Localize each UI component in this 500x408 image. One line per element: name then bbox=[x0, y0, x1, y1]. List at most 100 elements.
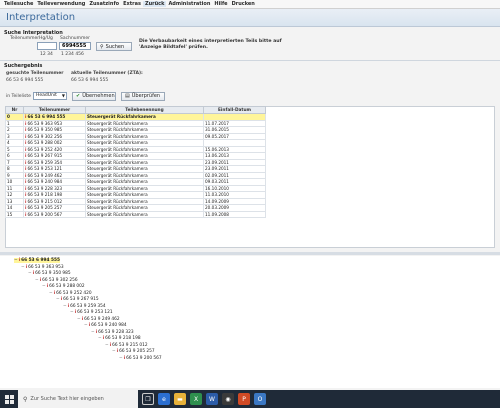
tree-expander-icon[interactable]: − bbox=[70, 310, 74, 315]
table-row[interactable]: 11 i66 53 9 228 323 Steuergerät Rückfahrka… bbox=[5, 184, 266, 192]
info-icon[interactable]: i bbox=[124, 356, 125, 361]
tree-node[interactable]: −i66 53 9 228 323 bbox=[91, 330, 134, 335]
tree-expander-icon[interactable]: − bbox=[63, 304, 67, 309]
excel-icon[interactable]: X bbox=[190, 393, 202, 405]
sachnummer-input[interactable]: 6994555 bbox=[59, 42, 91, 50]
uebernehmen-button[interactable]: ✔ Übernehmen bbox=[72, 91, 116, 101]
column-header-teilebenennung[interactable]: Teilebenennung bbox=[85, 106, 204, 114]
table-row[interactable]: 3 i66 53 9 302 256 Steuergerät Rückfahrkam… bbox=[5, 132, 266, 140]
table-row[interactable]: 9 i66 53 9 249 462 Steuergerät Rückfahrkam… bbox=[5, 171, 266, 179]
tree-node[interactable]: −i66 53 9 249 462 bbox=[77, 317, 120, 322]
hgug-input[interactable] bbox=[37, 42, 57, 50]
search-button-label: Suchen bbox=[105, 43, 125, 50]
table-row[interactable]: 8 i66 53 9 253 121 Steuergerät Rückfahrkam… bbox=[5, 165, 266, 173]
outlook-icon[interactable]: O bbox=[254, 393, 266, 405]
cell-text: 66 53 9 215 012 bbox=[27, 198, 63, 204]
table-row[interactable]: 13 i66 53 9 215 012 Steuergerät Rückfahrka… bbox=[5, 197, 266, 205]
tree-expander-icon[interactable]: − bbox=[91, 330, 95, 335]
tree-node[interactable]: −i66 53 9 288 002 bbox=[42, 284, 85, 289]
tree-expander-icon[interactable]: − bbox=[112, 349, 116, 354]
menu-teileverwendung[interactable]: Teileverwendung bbox=[35, 1, 87, 7]
ueberpruefen-button[interactable]: ▤ Überprüfen bbox=[121, 91, 165, 101]
tree-expander-icon[interactable]: − bbox=[28, 271, 32, 276]
tree-node[interactable]: −i66 53 9 363 953 bbox=[21, 265, 64, 270]
menu-extras[interactable]: Extras bbox=[121, 1, 143, 7]
tree-node[interactable]: −i66 53 9 205 257 bbox=[112, 349, 155, 354]
tree-expander-icon[interactable]: − bbox=[14, 258, 18, 263]
info-icon[interactable]: i bbox=[117, 349, 118, 354]
task-view-icon[interactable]: ❐ bbox=[142, 393, 154, 405]
splitter[interactable] bbox=[0, 252, 500, 255]
tree-node[interactable]: −i66 53 9 218 198 bbox=[98, 336, 141, 341]
info-icon[interactable]: i bbox=[54, 291, 55, 296]
table-row[interactable]: 7 i66 53 9 259 354 Steuergerät Rückfahrkam… bbox=[5, 158, 266, 166]
tree-expander-icon[interactable]: − bbox=[77, 317, 81, 322]
tree-node[interactable]: −i66 53 9 252 420 bbox=[49, 291, 92, 296]
table-row[interactable]: 12 i66 53 9 218 198 Steuergerät Rückfahrka… bbox=[5, 191, 266, 199]
tree-node[interactable]: −i66 53 9 200 567 bbox=[119, 356, 162, 361]
info-icon[interactable]: i bbox=[82, 317, 83, 322]
tree-expander-icon[interactable]: − bbox=[21, 265, 25, 270]
cell-text: 11.09.2008 bbox=[205, 211, 229, 217]
info-icon[interactable]: i bbox=[40, 278, 41, 283]
info-icon[interactable]: i bbox=[75, 310, 76, 315]
search-button[interactable]: ⚲ Suchen bbox=[96, 42, 132, 51]
tree-node[interactable]: −i66 53 9 259 354 bbox=[63, 304, 106, 309]
tree-expander-icon[interactable]: − bbox=[98, 336, 102, 341]
tree-node[interactable]: −i66 53 9 240 984 bbox=[84, 323, 127, 328]
tree-expander-icon[interactable]: − bbox=[105, 343, 109, 348]
table-row[interactable]: 1 i66 53 9 363 953 Steuergerät Rückfahrkam… bbox=[5, 119, 266, 127]
table-row[interactable]: 2 i66 53 9 350 985 Steuergerät Rückfahrkam… bbox=[5, 126, 266, 134]
menu-teilesuche[interactable]: Teilesuche bbox=[2, 1, 35, 7]
tree-node[interactable]: −i66 53 9 253 121 bbox=[70, 310, 113, 315]
tree-expander-icon[interactable]: − bbox=[35, 278, 39, 283]
menu-drucken[interactable]: Drucken bbox=[230, 1, 257, 7]
label-hgug: Hg/Ug bbox=[39, 36, 53, 41]
table-row[interactable]: 6 i66 53 9 267 915 Steuergerät Rückfahrkam… bbox=[5, 152, 266, 160]
table-row[interactable]: 15 i66 53 9 200 567 Steuergerät Rückfahrka… bbox=[5, 210, 266, 218]
cell-text: 14 bbox=[7, 205, 13, 211]
cell-text: Steuergerät Rückfahrkamera bbox=[87, 205, 148, 211]
column-header-nr[interactable]: Nr bbox=[5, 106, 24, 114]
tree-node[interactable]: −i66 53 9 267 915 bbox=[56, 297, 99, 302]
table-row[interactable]: 5 i66 53 9 252 420 Steuergerät Rückfahrkam… bbox=[5, 145, 266, 153]
cell-text: 09.05.2017 bbox=[205, 133, 229, 139]
word-icon[interactable]: W bbox=[206, 393, 218, 405]
powerpoint-icon[interactable]: P bbox=[238, 393, 250, 405]
folder-icon[interactable]: ▬ bbox=[174, 393, 186, 405]
info-icon[interactable]: i bbox=[19, 258, 20, 263]
info-icon[interactable]: i bbox=[47, 284, 48, 289]
info-icon[interactable]: i bbox=[96, 330, 97, 335]
tree-expander-icon[interactable]: − bbox=[49, 291, 53, 296]
cell-text: 8 bbox=[7, 166, 10, 172]
tree-node[interactable]: −i66 53 6 994 555 bbox=[14, 258, 60, 263]
menu-zusatzinfo[interactable]: Zusatzinfo bbox=[87, 1, 121, 7]
tree-node[interactable]: −i66 53 9 215 012 bbox=[105, 343, 148, 348]
tree-expander-icon[interactable]: − bbox=[119, 356, 123, 361]
info-icon[interactable]: i bbox=[68, 304, 69, 309]
tree-expander-icon[interactable]: − bbox=[84, 323, 88, 328]
tree-expander-icon[interactable]: − bbox=[42, 284, 46, 289]
start-button[interactable] bbox=[0, 390, 18, 408]
menu-hilfe[interactable]: Hilfe bbox=[212, 1, 229, 7]
tree-node[interactable]: −i66 53 9 350 985 bbox=[28, 271, 71, 276]
teileliste-select[interactable]: HeadUnit ▼ bbox=[33, 92, 67, 100]
menu-zurueck[interactable]: Zurück bbox=[142, 1, 167, 7]
edge-icon[interactable]: e bbox=[158, 393, 170, 405]
app-icon[interactable]: ◉ bbox=[222, 393, 234, 405]
info-icon[interactable]: i bbox=[61, 297, 62, 302]
info-icon[interactable]: i bbox=[33, 271, 34, 276]
tree-node[interactable]: −i66 53 9 302 256 bbox=[35, 278, 78, 283]
table-row[interactable]: 14 i66 53 9 205 257 Steuergerät Rückfahrka… bbox=[5, 204, 266, 212]
column-header-teilenummer[interactable]: Teilenummer bbox=[23, 106, 86, 114]
menu-administration[interactable]: Administration bbox=[166, 1, 212, 7]
info-icon[interactable]: i bbox=[110, 343, 111, 348]
info-icon[interactable]: i bbox=[89, 323, 90, 328]
tree-expander-icon[interactable]: − bbox=[56, 297, 60, 302]
taskbar-search[interactable]: ⚲ Zur Suche Text hier eingeben bbox=[18, 390, 138, 408]
info-icon[interactable]: i bbox=[103, 336, 104, 341]
column-header-einfall-datum[interactable]: Einfall-Datum bbox=[203, 106, 266, 114]
label-in-teileliste: in Teileliste bbox=[6, 94, 31, 99]
info-icon[interactable]: i bbox=[26, 265, 27, 270]
table-row[interactable]: 10 i66 53 9 240 984 Steuergerät Rückfahrka… bbox=[5, 178, 266, 186]
